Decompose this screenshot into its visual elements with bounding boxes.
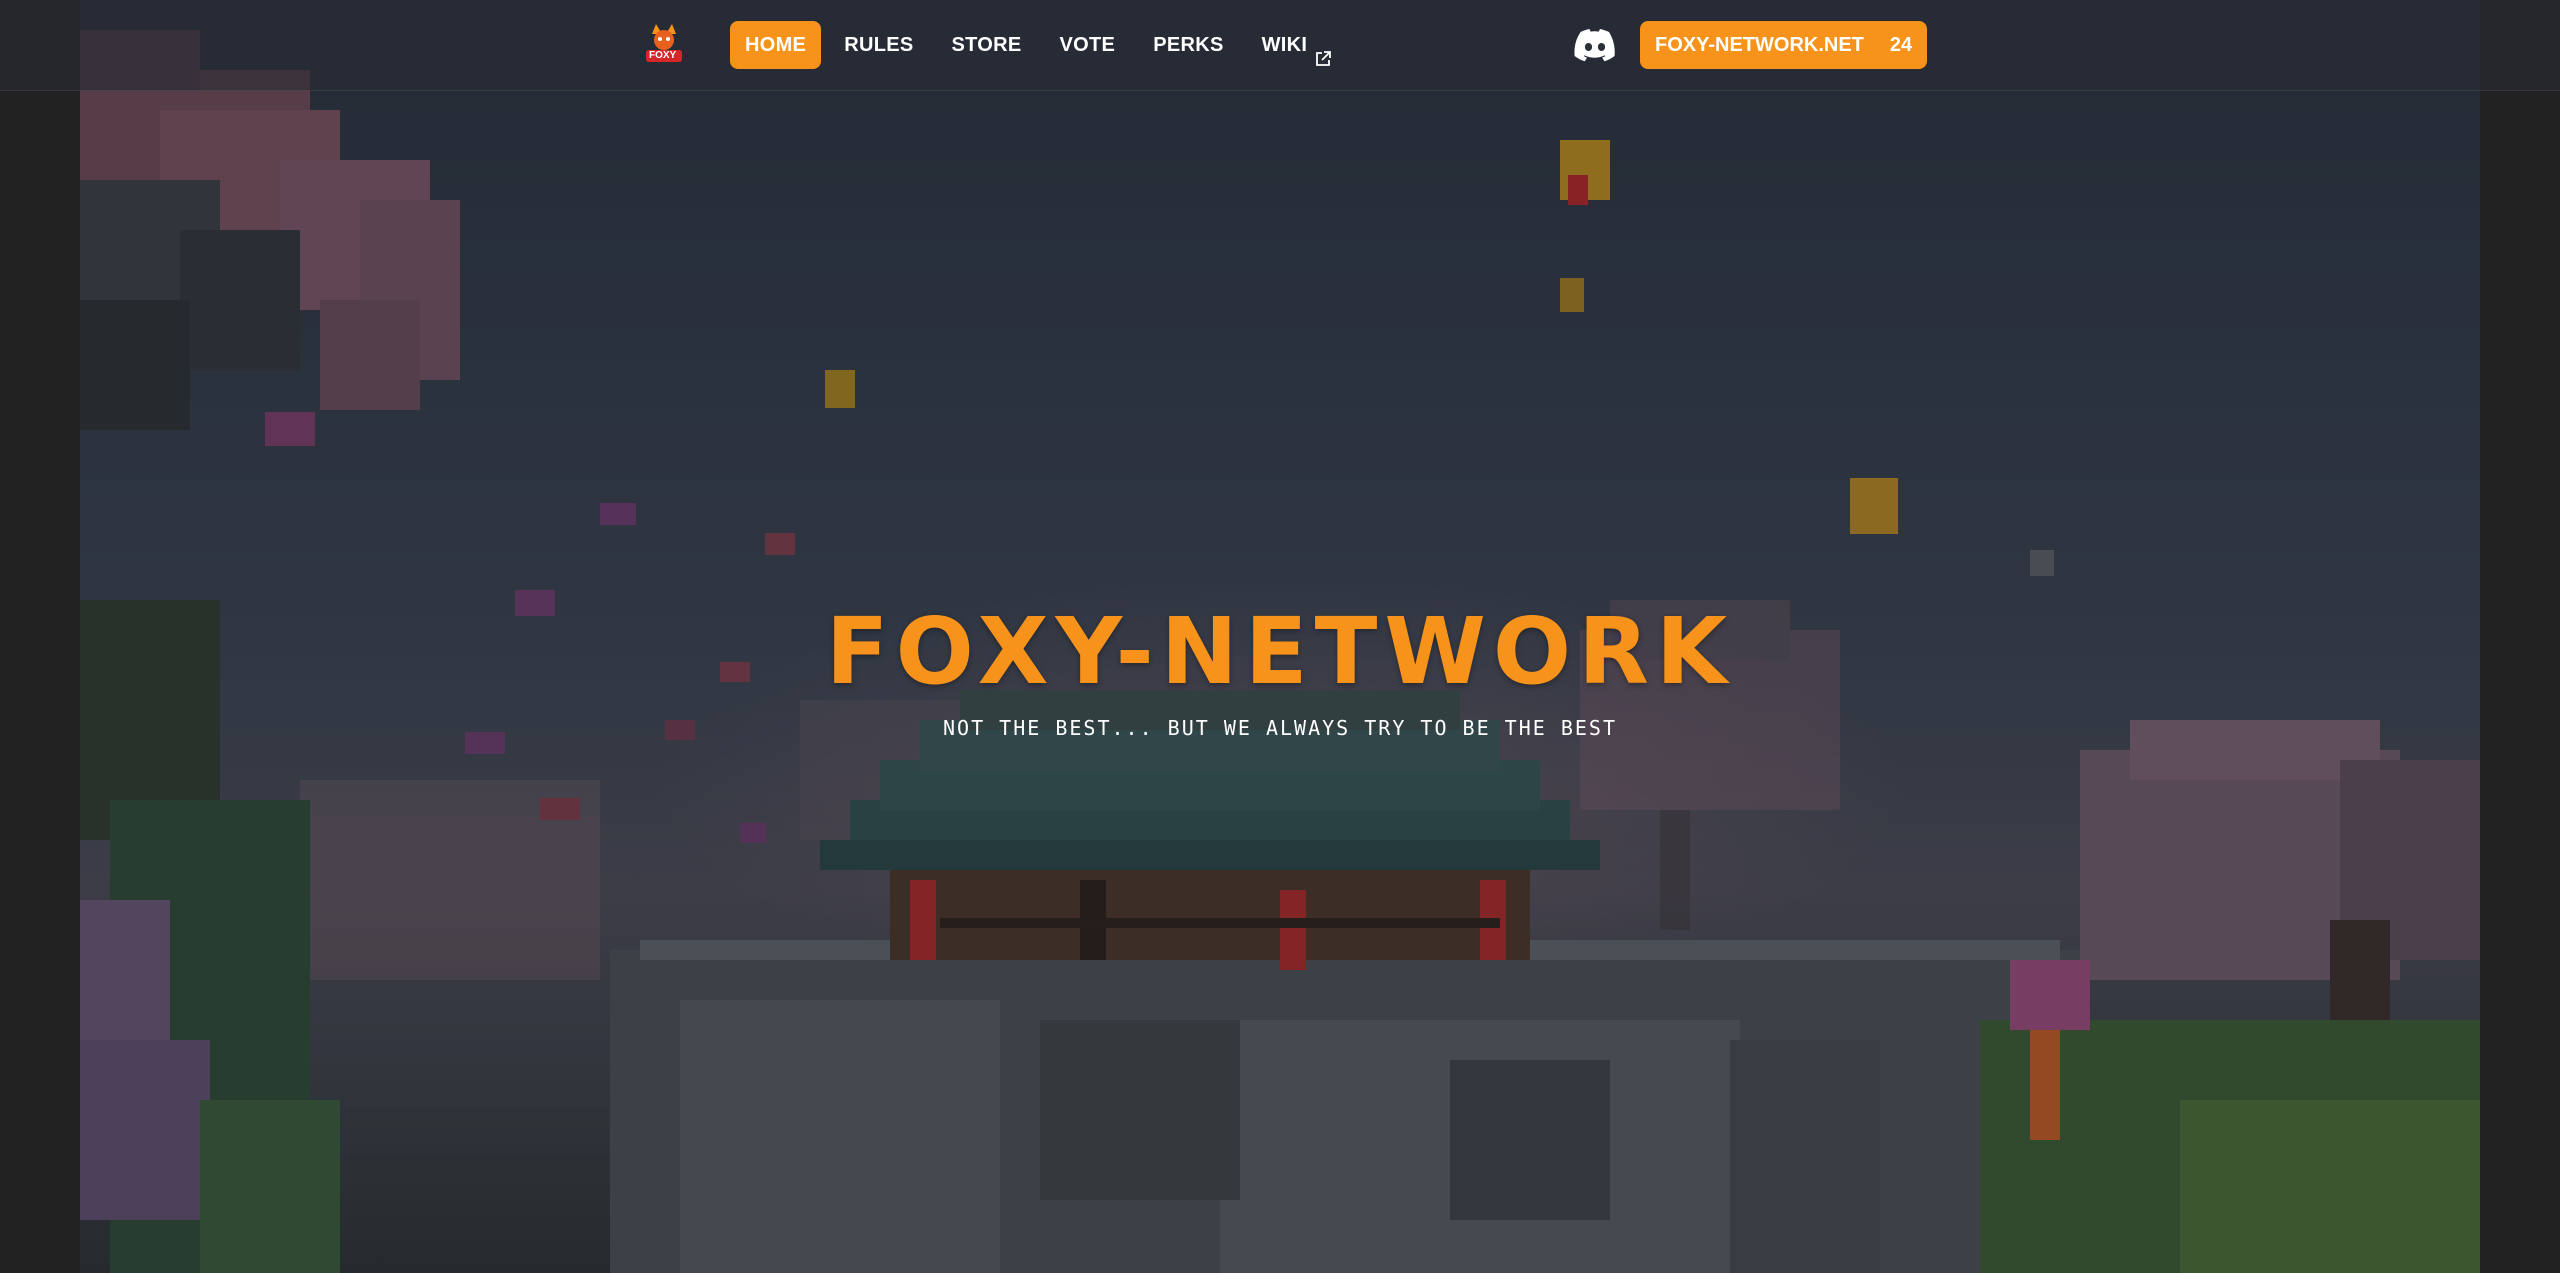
- nav-item-rules[interactable]: RULES: [829, 21, 928, 69]
- nav-item-vote[interactable]: VOTE: [1045, 21, 1131, 69]
- nav-item-store[interactable]: STORE: [937, 21, 1037, 69]
- nav-item-label: RULES: [844, 34, 914, 56]
- external-link-icon: [1315, 37, 1332, 66]
- foxy-logo-icon[interactable]: FOXY: [640, 20, 688, 66]
- server-address: FOXY-NETWORK.NET: [1655, 33, 1864, 56]
- nav-item-label: VOTE: [1059, 34, 1116, 56]
- hero-title: FOXY-NETWORK: [825, 598, 1735, 705]
- discord-icon[interactable]: [1574, 28, 1616, 62]
- top-navbar: FOXY HOME RULES STORE VOTE PERKS WIKI FO…: [0, 0, 2560, 91]
- nav-item-label: PERKS: [1153, 34, 1224, 56]
- hero-subtitle: NOT THE BEST... BUT WE ALWAYS TRY TO BE …: [943, 716, 1617, 740]
- player-count: 24: [1889, 33, 1913, 56]
- main-nav: HOME RULES STORE VOTE PERKS WIKI: [730, 21, 1346, 69]
- nav-item-perks[interactable]: PERKS: [1138, 21, 1238, 69]
- nav-item-label: STORE: [951, 34, 1022, 56]
- server-address-button[interactable]: FOXY-NETWORK.NET 24: [1640, 21, 1928, 69]
- logo-text: FOXY: [649, 50, 677, 61]
- nav-item-label: WIKI: [1261, 34, 1308, 56]
- nav-item-wiki[interactable]: WIKI: [1247, 21, 1347, 69]
- page: FOXY HOME RULES STORE VOTE PERKS WIKI FO…: [0, 0, 2560, 1273]
- nav-item-home[interactable]: HOME: [730, 21, 822, 69]
- nav-item-label: HOME: [745, 34, 807, 56]
